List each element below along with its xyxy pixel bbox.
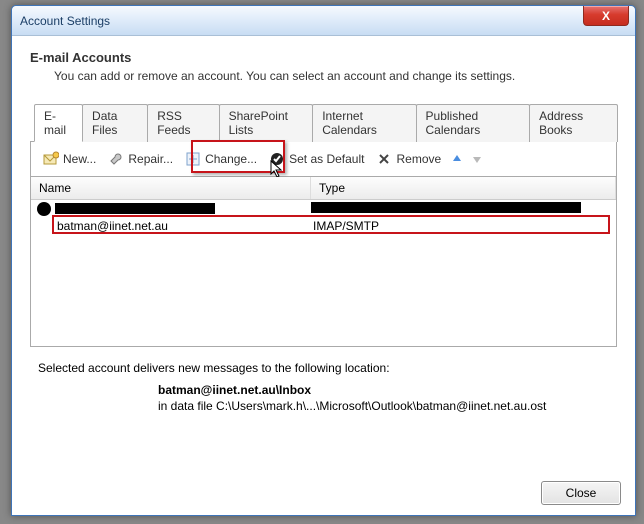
list-header: Name Type: [31, 177, 616, 200]
envelope-new-icon: [43, 151, 59, 167]
tab-email[interactable]: E-mail: [34, 104, 83, 142]
repair-button[interactable]: Repair...: [102, 148, 179, 170]
section-desc: You can add or remove an account. You ca…: [54, 69, 617, 83]
change-button[interactable]: Change...: [179, 148, 263, 170]
change-label: Change...: [205, 152, 257, 166]
tab-sharepoint-lists[interactable]: SharePoint Lists: [219, 104, 314, 142]
toolbar: New... Repair... Change... Set as Defaul…: [30, 142, 617, 177]
remove-x-icon: [376, 151, 392, 167]
new-button[interactable]: New...: [37, 148, 102, 170]
wrench-icon: [108, 151, 124, 167]
table-row[interactable]: batman@iinet.net.au IMAP/SMTP: [31, 217, 616, 234]
tab-published-calendars[interactable]: Published Calendars: [416, 104, 531, 142]
account-settings-window: Account Settings X E-mail Accounts You c…: [11, 5, 636, 516]
redacted-name: [55, 203, 215, 214]
accounts-list: Name Type ✓ batman@iinet.net.au IMAP/SMT…: [30, 177, 617, 347]
move-up-button[interactable]: [447, 148, 467, 170]
tab-rss-feeds[interactable]: RSS Feeds: [147, 104, 219, 142]
set-default-label: Set as Default: [289, 152, 364, 166]
delivery-heading: Selected account delivers new messages t…: [38, 361, 609, 375]
tabs: E-mail Data Files RSS Feeds SharePoint L…: [30, 103, 617, 142]
delivery-location-sub: in data file C:\Users\mark.h\...\Microso…: [158, 399, 609, 413]
tab-data-files[interactable]: Data Files: [82, 104, 148, 142]
redacted-type: [311, 202, 581, 213]
account-type: IMAP/SMTP: [313, 219, 379, 233]
row-type-cell: IMAP/SMTP: [313, 219, 616, 233]
close-label: Close: [566, 486, 597, 500]
move-down-button[interactable]: [467, 148, 487, 170]
remove-button[interactable]: Remove: [370, 148, 447, 170]
repair-label: Repair...: [128, 152, 173, 166]
tab-internet-calendars[interactable]: Internet Calendars: [312, 104, 416, 142]
window-close-button[interactable]: X: [583, 6, 629, 26]
close-button[interactable]: Close: [541, 481, 621, 505]
row-type-cell: [311, 202, 616, 216]
default-account-check-icon: ✓: [37, 202, 51, 216]
footer: Close: [541, 481, 621, 505]
set-default-button[interactable]: Set as Default: [263, 148, 370, 170]
table-row[interactable]: ✓: [31, 200, 616, 217]
arrow-down-icon: [469, 151, 485, 167]
row-name-cell: ✓: [35, 202, 311, 216]
content-area: E-mail Accounts You can add or remove an…: [12, 36, 635, 421]
change-icon: [185, 151, 201, 167]
titlebar: Account Settings X: [12, 6, 635, 36]
account-name: batman@iinet.net.au: [57, 219, 168, 233]
close-icon: X: [602, 9, 610, 23]
column-type-header[interactable]: Type: [311, 177, 616, 199]
window-title: Account Settings: [20, 14, 110, 28]
remove-label: Remove: [396, 152, 441, 166]
column-name-header[interactable]: Name: [31, 177, 311, 199]
delivery-location-main: batman@iinet.net.au\Inbox: [158, 383, 609, 397]
tab-address-books[interactable]: Address Books: [529, 104, 618, 142]
new-label: New...: [63, 152, 96, 166]
arrow-up-icon: [449, 151, 465, 167]
delivery-location-area: Selected account delivers new messages t…: [30, 347, 617, 421]
section-title: E-mail Accounts: [30, 50, 617, 65]
row-name-cell: batman@iinet.net.au: [55, 219, 313, 233]
default-check-icon: [269, 151, 285, 167]
